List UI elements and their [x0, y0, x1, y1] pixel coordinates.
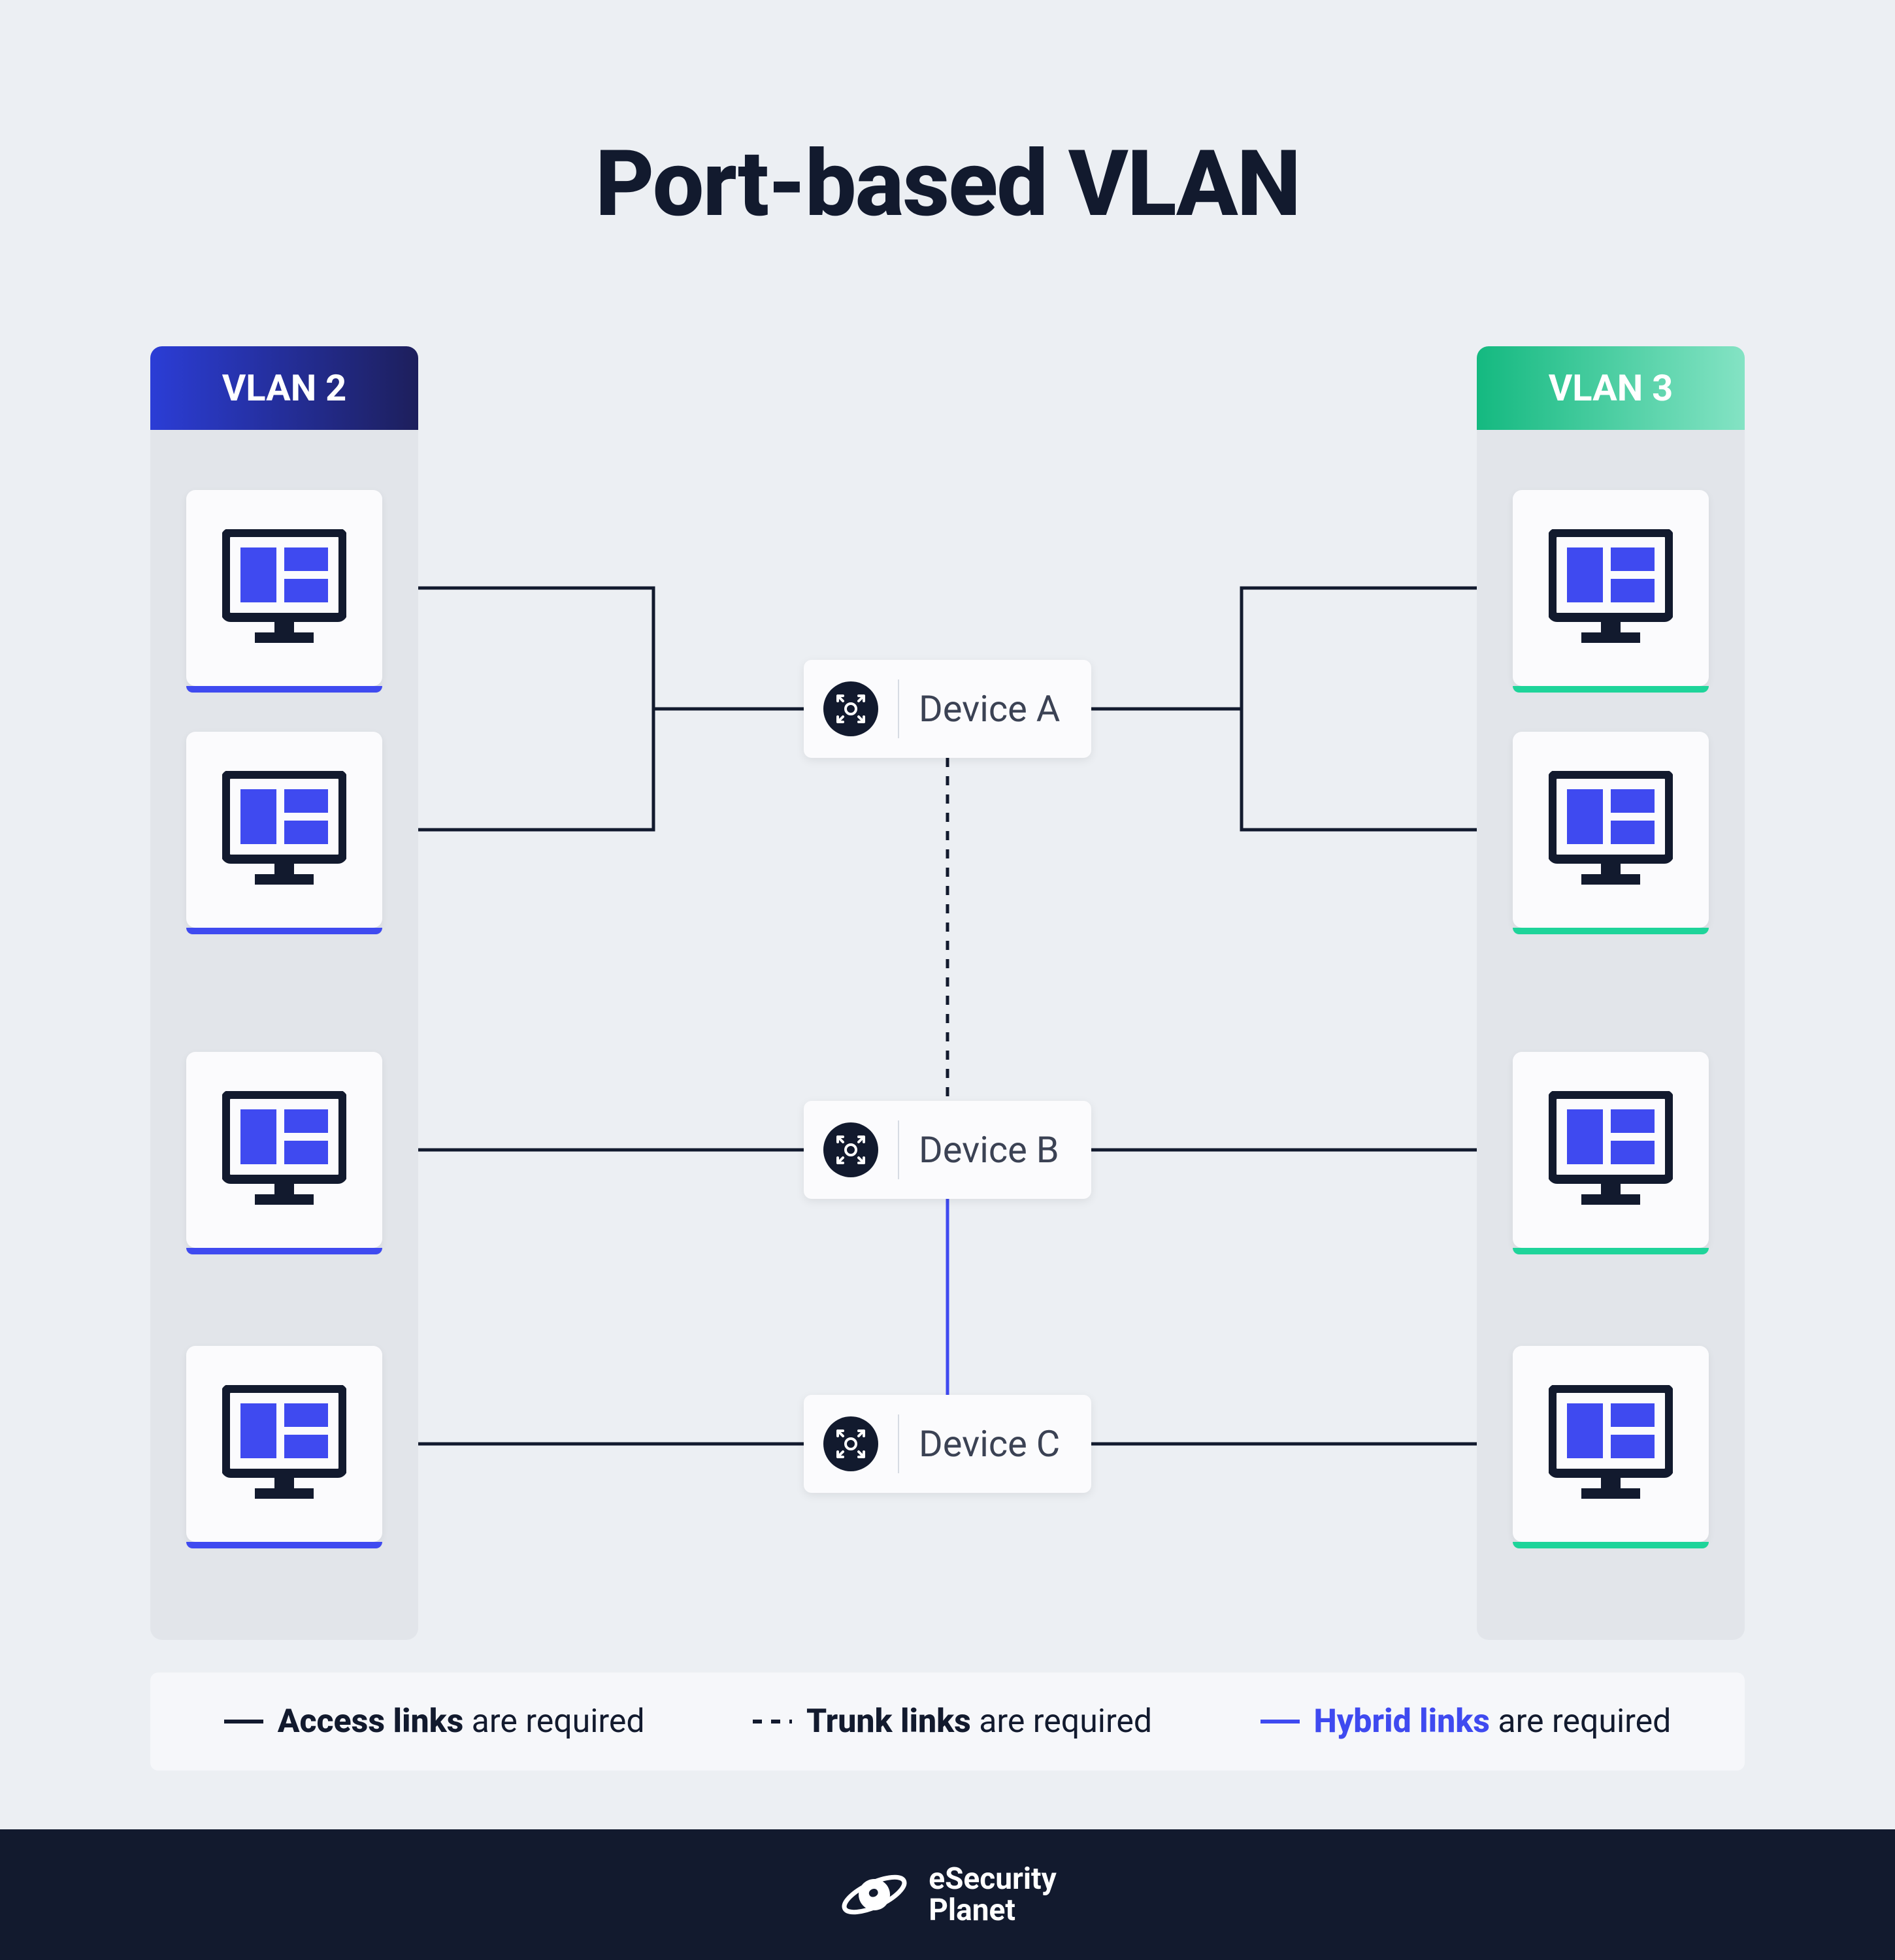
computer-icon: [1549, 1385, 1673, 1503]
legend-access: Access links are required: [224, 1703, 645, 1740]
computer-icon: [222, 529, 346, 647]
device-c-card: Device C: [804, 1395, 1091, 1493]
vlan2-pc-1: [186, 490, 382, 686]
brand-logo-icon: [838, 1865, 910, 1924]
legend-trunk-bold: Trunk links: [806, 1703, 971, 1740]
computer-icon: [222, 1385, 346, 1503]
vlan3-pc-1: [1513, 490, 1709, 686]
vlan2-pc-3: [186, 1052, 382, 1248]
legend-access-rest: are required: [463, 1703, 644, 1740]
switch-icon: [823, 681, 878, 736]
vlan2-pc-2: [186, 732, 382, 928]
hybrid-line-icon: [1261, 1720, 1300, 1723]
vlan2-header: VLAN 2: [150, 346, 418, 430]
computer-icon: [1549, 529, 1673, 647]
brand-name: eSecurity Planet: [929, 1863, 1056, 1927]
device-a-card: Device A: [804, 660, 1091, 758]
computer-icon: [1549, 771, 1673, 889]
vlan3-pc-3: [1513, 1052, 1709, 1248]
trunk-line-icon: [753, 1720, 792, 1723]
legend-trunk-rest: are required: [971, 1703, 1152, 1740]
divider: [898, 1120, 899, 1179]
legend-access-bold: Access links: [278, 1703, 464, 1740]
vlan3-header: VLAN 3: [1477, 346, 1745, 430]
legend-hybrid: Hybrid links are required: [1261, 1703, 1672, 1740]
legend-hybrid-bold: Hybrid links: [1314, 1703, 1490, 1740]
vlan3-pc-2: [1513, 732, 1709, 928]
legend: Access links are required Trunk links ar…: [150, 1673, 1745, 1771]
brand-line1: eSecurity: [929, 1863, 1056, 1895]
vlan3-pc-4: [1513, 1346, 1709, 1542]
access-line-icon: [224, 1720, 263, 1723]
vlan2-pc-4: [186, 1346, 382, 1542]
page-title: Port-based VLAN: [0, 131, 1895, 238]
footer: eSecurity Planet: [0, 1829, 1895, 1960]
diagram-area: VLAN 2 VLAN 3: [150, 346, 1745, 1640]
switch-icon: [823, 1122, 878, 1177]
divider: [898, 679, 899, 738]
device-b-card: Device B: [804, 1101, 1091, 1199]
legend-trunk: Trunk links are required: [753, 1703, 1152, 1740]
switch-icon: [823, 1416, 878, 1471]
legend-hybrid-rest: are required: [1490, 1703, 1671, 1740]
divider: [898, 1414, 899, 1473]
computer-icon: [222, 771, 346, 889]
computer-icon: [1549, 1091, 1673, 1209]
brand-line2: Planet: [929, 1895, 1056, 1926]
device-a-label: Device A: [919, 687, 1060, 730]
device-b-label: Device B: [919, 1128, 1059, 1171]
computer-icon: [222, 1091, 346, 1209]
device-c-label: Device C: [919, 1422, 1060, 1465]
